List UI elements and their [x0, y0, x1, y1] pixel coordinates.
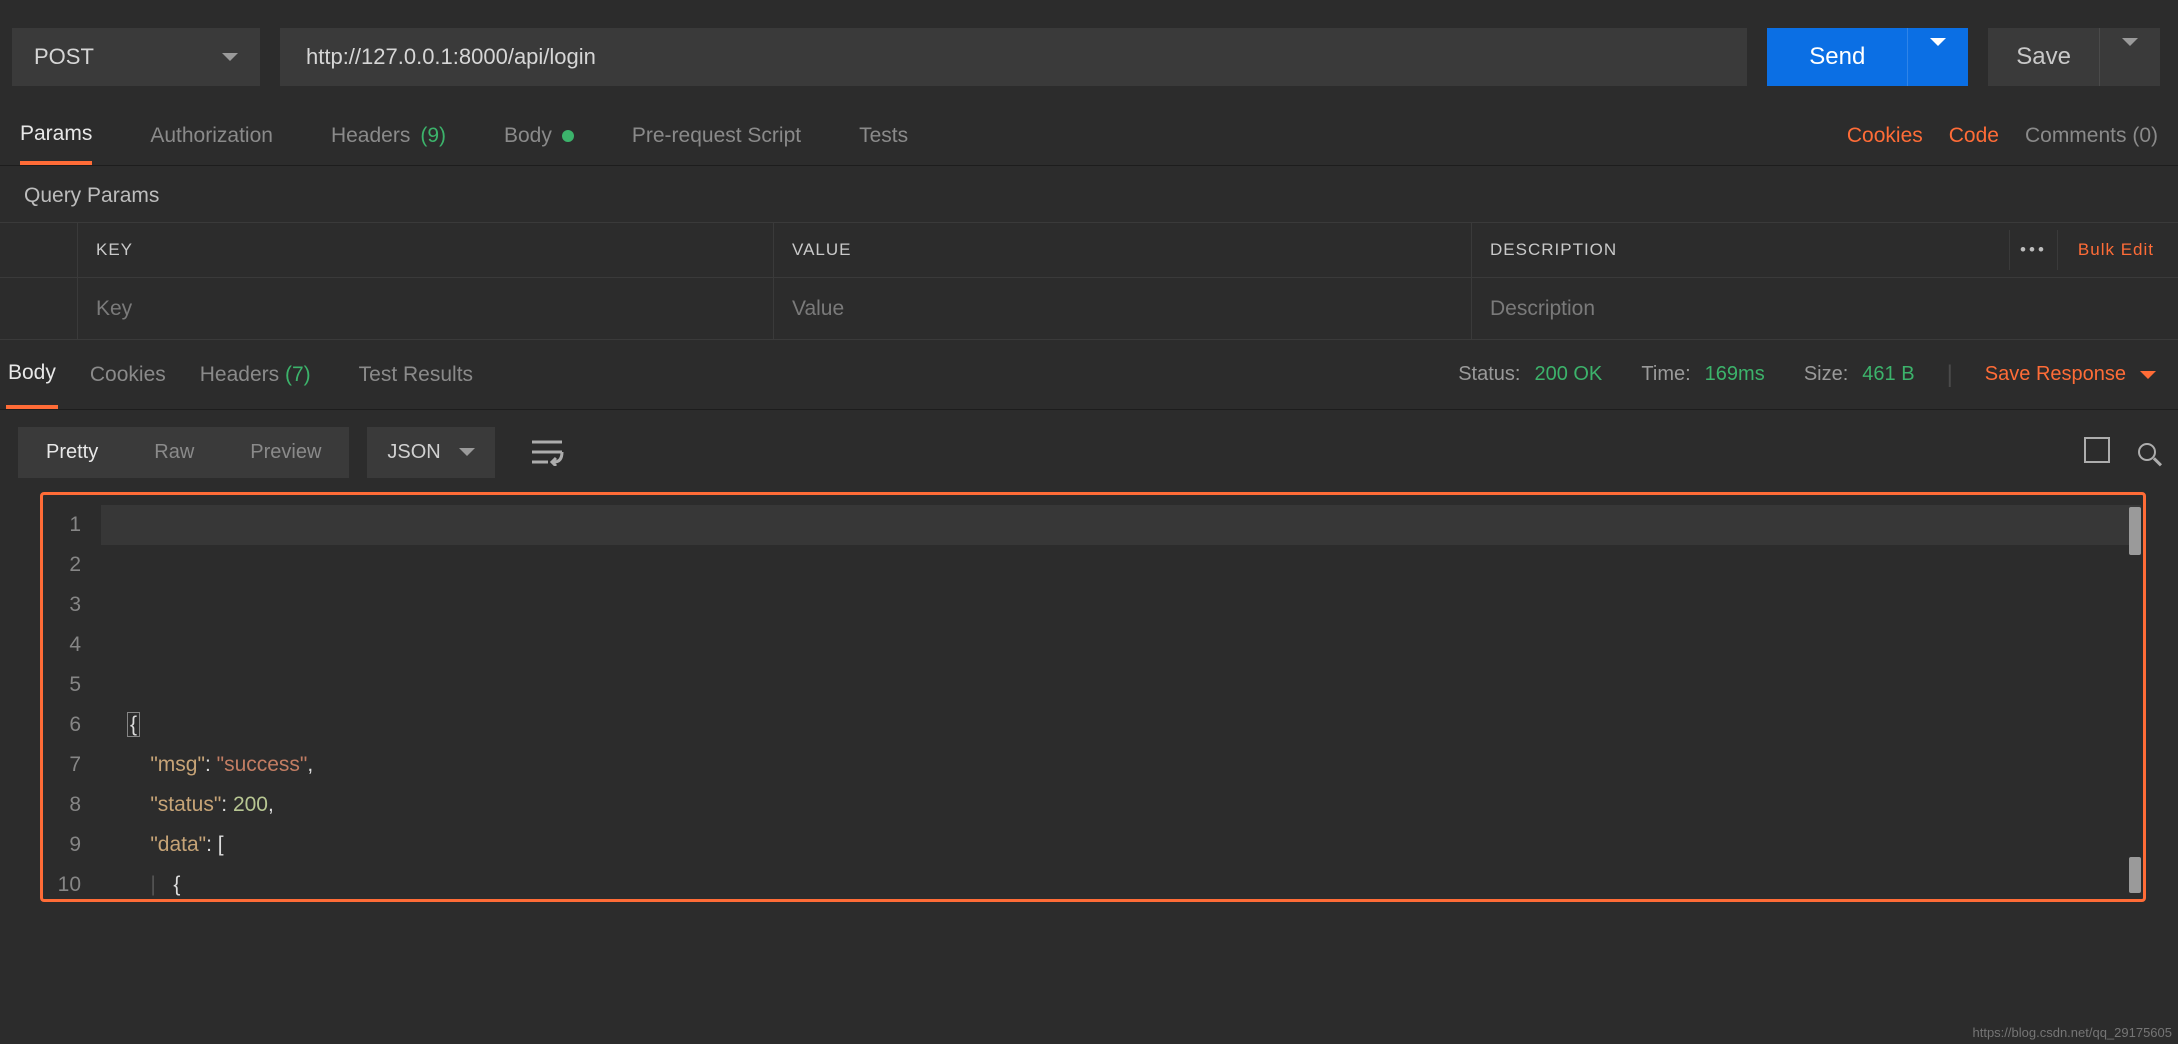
tab-headers[interactable]: Headers (9): [331, 106, 446, 165]
send-button[interactable]: Send: [1767, 28, 1968, 86]
request-actions: Cookies Code Comments (0): [1847, 124, 2158, 148]
more-icon[interactable]: •••: [2009, 230, 2058, 270]
response-tabs: Body Cookies Headers (7) Test Results St…: [0, 340, 2178, 410]
chevron-down-icon: [222, 53, 238, 61]
tab-label: Body: [8, 361, 56, 385]
http-method-select[interactable]: POST: [12, 28, 260, 86]
param-key-input[interactable]: [96, 297, 755, 321]
size-label: Size:: [1804, 363, 1848, 386]
time-label: Time:: [1641, 363, 1690, 386]
col-label: VALUE: [792, 240, 852, 260]
code-content[interactable]: { "msg": "success", "status": 200, "data…: [101, 495, 2143, 899]
tab-label: Authorization: [150, 124, 273, 148]
active-line-highlight: [101, 505, 2141, 545]
copy-icon[interactable]: [2088, 441, 2110, 463]
response-tab-body[interactable]: Body: [6, 340, 58, 409]
line-wrap-icon: [530, 438, 564, 466]
params-col-value-header: VALUE: [774, 223, 1472, 277]
status-value: 200 OK: [1534, 363, 1602, 386]
tab-label: Cookies: [90, 363, 166, 387]
response-tab-test-results[interactable]: Test Results: [357, 340, 475, 409]
save-response-button[interactable]: Save Response: [1985, 363, 2156, 386]
params-checkbox-col: [0, 223, 78, 277]
tab-label: Tests: [859, 124, 908, 148]
tab-body[interactable]: Body: [504, 106, 574, 165]
request-tabs: Params Authorization Headers (9) Body Pr…: [0, 106, 2178, 166]
http-method-value: POST: [34, 44, 94, 70]
view-raw[interactable]: Raw: [126, 427, 222, 478]
send-label: Send: [1767, 43, 1907, 71]
col-label: DESCRIPTION: [1490, 240, 1617, 260]
tab-label: Params: [20, 122, 92, 146]
status-label: Status:: [1458, 363, 1520, 386]
label: Save Response: [1985, 363, 2126, 386]
tab-prerequest-script[interactable]: Pre-request Script: [632, 106, 801, 165]
save-label: Save: [1988, 43, 2099, 71]
params-row-checkbox[interactable]: [0, 278, 78, 339]
params-header-actions: ••• Bulk Edit: [2009, 230, 2160, 270]
bulk-edit-link[interactable]: Bulk Edit: [2078, 240, 2160, 260]
params-table-header: KEY VALUE DESCRIPTION ••• Bulk Edit: [0, 222, 2178, 278]
time-value: 169ms: [1705, 363, 1765, 386]
size-value: 461 B: [1862, 363, 1914, 386]
headers-count: (9): [420, 124, 446, 148]
col-label: KEY: [96, 240, 133, 260]
response-tab-cookies[interactable]: Cookies: [88, 340, 168, 409]
tab-params[interactable]: Params: [20, 106, 92, 165]
param-value-input[interactable]: [792, 297, 1453, 321]
response-body: 12345678910 { "msg": "success", "status"…: [40, 492, 2146, 902]
cookies-link[interactable]: Cookies: [1847, 124, 1923, 148]
params-row: [0, 278, 2178, 340]
line-wrap-button[interactable]: [519, 426, 575, 478]
tab-label: Test Results: [359, 363, 473, 387]
body-format-select[interactable]: JSON: [367, 427, 494, 478]
headers-count: (7): [285, 363, 311, 387]
tab-label: Body: [504, 124, 552, 148]
chevron-down-icon: [459, 448, 475, 456]
separator: |: [1929, 361, 1971, 389]
chevron-down-icon: [1930, 38, 1946, 67]
response-toolbar: Pretty Raw Preview JSON: [0, 410, 2178, 488]
search-icon[interactable]: [2138, 443, 2156, 461]
line-numbers: 12345678910: [43, 495, 101, 899]
watermark: https://blog.csdn.net/qq_29175605: [1973, 1025, 2173, 1040]
params-col-desc-header: DESCRIPTION ••• Bulk Edit: [1472, 223, 2178, 277]
tab-label: Headers: [331, 124, 410, 148]
chevron-down-icon: [2140, 371, 2156, 379]
body-dot-indicator: [562, 130, 574, 142]
tab-tests[interactable]: Tests: [859, 106, 908, 165]
format-value: JSON: [387, 441, 440, 464]
chevron-down-icon: [2122, 38, 2138, 67]
save-button[interactable]: Save: [1988, 28, 2160, 86]
tab-authorization[interactable]: Authorization: [150, 106, 273, 165]
response-tab-headers[interactable]: Headers (7): [198, 340, 313, 409]
code-link[interactable]: Code: [1949, 124, 1999, 148]
body-view-tabs: Pretty Raw Preview: [18, 427, 349, 478]
request-url-bar: POST Send Save: [0, 0, 2178, 106]
query-params-title: Query Params: [0, 166, 2178, 222]
save-dropdown-arrow[interactable]: [2100, 46, 2160, 68]
params-col-key-header: KEY: [78, 223, 774, 277]
response-toolbar-right: [2088, 441, 2156, 463]
response-meta: Status: 200 OK Time: 169ms Size: 461 B |…: [1458, 361, 2156, 389]
tab-label: Headers: [200, 363, 279, 387]
scrollbar-thumb[interactable]: [2129, 507, 2141, 555]
send-dropdown-arrow[interactable]: [1908, 46, 1968, 68]
tab-label: Pre-request Script: [632, 124, 801, 148]
param-desc-input[interactable]: [1490, 297, 2160, 321]
view-pretty[interactable]: Pretty: [18, 427, 126, 478]
url-input[interactable]: [280, 28, 1747, 86]
comments-link[interactable]: Comments (0): [2025, 124, 2158, 148]
view-preview[interactable]: Preview: [222, 427, 349, 478]
